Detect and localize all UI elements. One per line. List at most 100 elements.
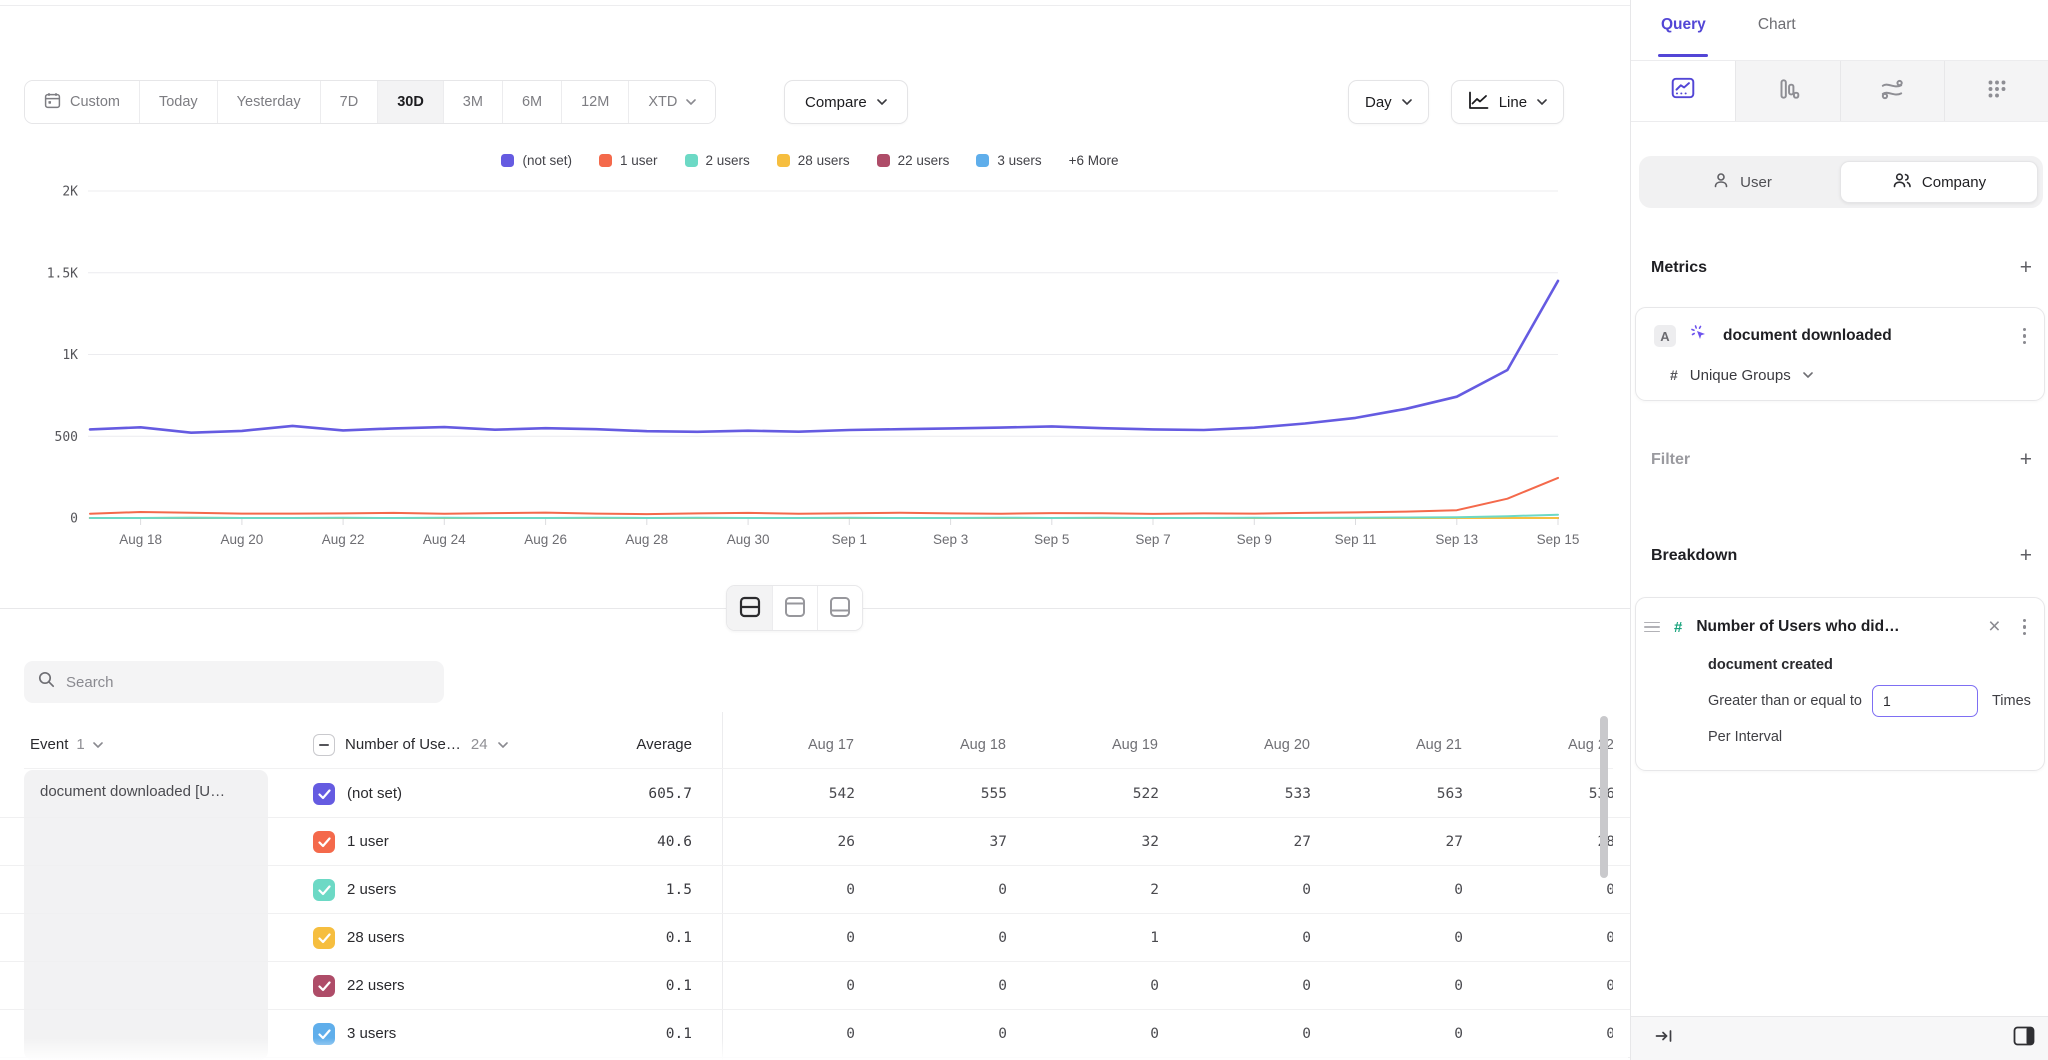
chart-type-tab-strip [1631,60,2048,122]
legend-item[interactable]: 22 users [877,153,950,168]
row-checkbox[interactable] [313,831,335,853]
metrics-section-header: Metrics + [1651,258,2032,278]
data-cell: 32 [1059,818,1211,866]
breakdown-event-name: document created [1636,650,2044,680]
add-filter-button[interactable]: + [2020,450,2032,470]
data-cell: 28 [1515,818,1613,866]
close-icon[interactable]: × [1988,618,2000,636]
series-label: 1 user [347,818,389,866]
add-metric-button[interactable]: + [2020,258,2032,278]
range-custom-button[interactable]: Custom [25,81,139,123]
side-panel-icon[interactable] [2013,1026,2035,1051]
tab-chart[interactable]: Chart [1758,16,1796,34]
scope-company-option[interactable]: Company [1840,161,2038,203]
filter-section-header: Filter + [1651,450,2032,470]
panel-top-icon [783,596,807,621]
legend-item[interactable]: 28 users [777,153,850,168]
breakdown-card-header: # Number of Users who did… × [1636,604,2044,650]
data-cell: 0 [755,866,907,914]
range-6m-button[interactable]: 6M [502,81,561,123]
range-label: 12M [581,94,609,110]
chart-type-grid-tab[interactable] [1944,61,2048,121]
event-column-header[interactable]: Event 1 [30,722,103,768]
data-cell: 0 [1211,962,1363,1010]
legend-more-link[interactable]: +6 More [1069,153,1119,168]
select-all-checkbox[interactable] [313,734,335,756]
chevron-down-icon[interactable] [498,742,508,748]
breakdown-menu-button[interactable] [2019,615,2031,640]
collapse-panel-icon[interactable] [1655,1028,1673,1049]
add-breakdown-button[interactable]: + [2020,546,2032,566]
legend-item[interactable]: 1 user [599,153,658,168]
drag-handle-icon[interactable] [1644,622,1660,633]
hash-icon: # [1674,619,1682,636]
range-12m-button[interactable]: 12M [561,81,628,123]
condition-value-input[interactable] [1872,685,1978,717]
date-column-header: Aug 17 [755,722,907,768]
layout-bottom-button[interactable] [817,586,862,630]
legend-swatch [877,154,890,167]
range-xtd-button[interactable]: XTD [628,81,715,123]
legend-item[interactable]: 2 users [685,153,750,168]
chart-type-flow-tab[interactable] [1840,61,1945,121]
row-checkbox[interactable] [313,879,335,901]
chart-series [90,281,1558,433]
app-root: Custom TodayYesterday 7D 30D 3M6M 12M XTD Comp… [0,0,2048,1060]
bar-chart-icon [1775,76,1801,107]
chart-type-bar-tab[interactable] [1735,61,1840,121]
data-cell: 0 [1515,962,1613,1010]
interval-dropdown[interactable]: Day [1348,80,1429,124]
range-30d-button[interactable]: 30D [377,81,443,123]
range-7d-button[interactable]: 7D [320,81,378,123]
event-count: 1 [76,722,84,768]
event-spark-icon [1690,324,1709,348]
table-row: 1 user40.6263732272728 [0,818,1630,866]
table-row: (not set)605.7542555522533563536 [0,770,1630,818]
metric-menu-button[interactable] [2019,324,2031,349]
row-checkbox[interactable] [313,975,335,997]
chevron-down-icon [877,99,887,105]
aggregation-dropdown[interactable]: Unique Groups [1690,367,1791,384]
legend-swatch [777,154,790,167]
range-today-button[interactable]: Today [139,81,217,123]
chart-type-label: Line [1499,94,1527,111]
compare-button[interactable]: Compare [784,80,908,124]
active-tab-underline [1658,54,1708,57]
query-sidebar: Query Chart [1630,0,2048,1060]
metric-card[interactable]: A document downloaded # Unique Groups [1635,307,2045,401]
layout-split-button[interactable] [727,586,772,630]
row-checkbox[interactable] [313,783,335,805]
range-label: 7D [340,94,359,110]
vertical-scrollbar-thumb[interactable] [1600,716,1608,878]
range-label: 30D [397,94,424,110]
range-3m-button[interactable]: 3M [443,81,502,123]
scope-user-option[interactable]: User [1644,161,1840,203]
chart-type-line-tab[interactable] [1631,61,1735,121]
average-value: 0.1 [540,962,692,1010]
data-cell: 533 [1211,770,1363,818]
row-values: 542555522533563536 [755,770,1613,818]
data-cell: 0 [1363,962,1515,1010]
layout-top-button[interactable] [772,586,817,630]
legend-swatch [976,154,989,167]
legend-swatch [599,154,612,167]
search-input[interactable] [66,674,430,691]
row-checkbox[interactable] [313,927,335,949]
data-cell: 27 [1363,818,1515,866]
range-yesterday-button[interactable]: Yesterday [217,81,320,123]
data-cell: 0 [907,866,1059,914]
data-cell: 555 [907,770,1059,818]
metric-card-row: A document downloaded [1636,312,2044,360]
legend-label: 22 users [898,153,950,168]
breakdown-title: Breakdown [1651,547,1737,565]
legend-item[interactable]: 3 users [976,153,1041,168]
range-label: Custom [70,94,120,110]
data-cell: 563 [1363,770,1515,818]
data-cell: 2 [1059,866,1211,914]
tab-query[interactable]: Query [1661,16,1706,34]
line-chart-icon [1670,75,1696,106]
legend-label: (not set) [522,153,572,168]
search-box [24,661,444,703]
chart-type-dropdown[interactable]: Line [1451,80,1564,124]
legend-item[interactable]: (not set) [501,153,572,168]
